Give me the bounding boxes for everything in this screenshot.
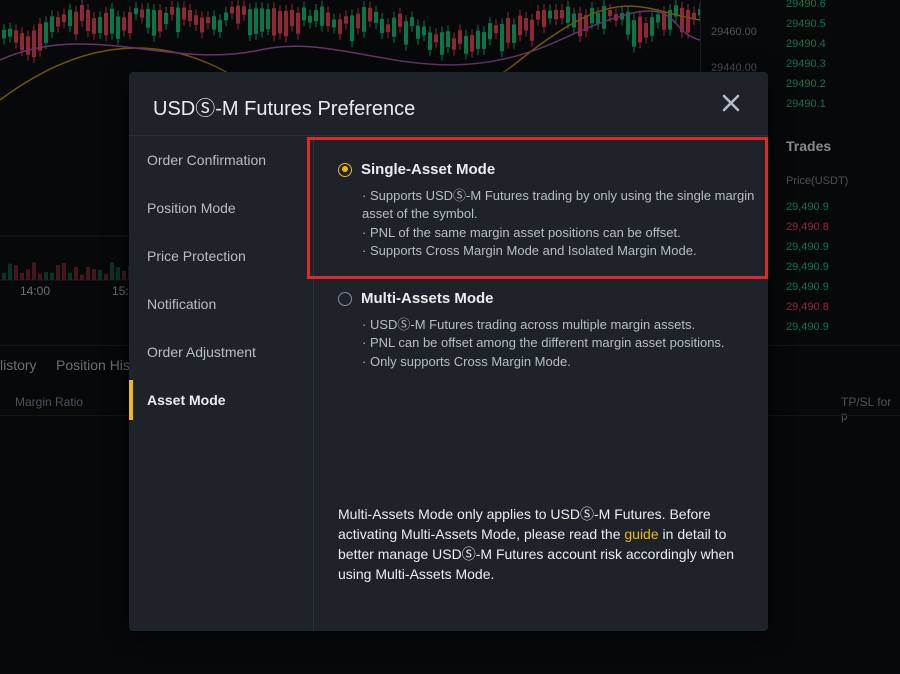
multi-assets-mode-radio-row[interactable]: Multi-Assets Mode xyxy=(338,290,758,307)
nav-item-order-confirmation[interactable]: Order Confirmation xyxy=(129,136,313,184)
multi-assets-mode-option[interactable]: Multi-Assets Mode USDⓈ-M Futures trading… xyxy=(338,290,758,371)
dialog-title: USDⓈ-M Futures Preference xyxy=(153,98,416,120)
option-title: Single-Asset Mode xyxy=(361,161,496,178)
guide-link[interactable]: guide xyxy=(624,526,658,542)
nav-item-order-adjustment[interactable]: Order Adjustment xyxy=(129,328,313,376)
option-bullet: PNL of the same margin asset positions c… xyxy=(362,224,758,242)
nav-item-notification[interactable]: Notification xyxy=(129,280,313,328)
option-description: Supports USDⓈ-M Futures trading by only … xyxy=(362,187,758,260)
option-bullet: USDⓈ-M Futures trading across multiple m… xyxy=(362,316,758,334)
close-button[interactable] xyxy=(718,90,744,116)
nav-item-price-protection[interactable]: Price Protection xyxy=(129,232,313,280)
option-title: Multi-Assets Mode xyxy=(361,290,494,307)
dialog-header: USDⓈ-M Futures Preference xyxy=(129,72,768,136)
single-asset-mode-option[interactable]: Single-Asset Mode Supports USDⓈ-M Future… xyxy=(338,161,758,260)
preference-nav: Order Confirmation Position Mode Price P… xyxy=(129,136,314,631)
radio-selected-icon[interactable] xyxy=(338,162,352,177)
futures-preference-dialog: USDⓈ-M Futures Preference Order Confirma… xyxy=(129,72,768,631)
option-bullet: Supports USDⓈ-M Futures trading by only … xyxy=(362,187,758,224)
nav-item-position-mode[interactable]: Position Mode xyxy=(129,184,313,232)
asset-mode-panel: Single-Asset Mode Supports USDⓈ-M Future… xyxy=(314,136,768,631)
multi-assets-note: Multi-Assets Mode only applies to USDⓈ-M… xyxy=(338,504,758,584)
option-description: USDⓈ-M Futures trading across multiple m… xyxy=(362,316,758,371)
option-bullet: Supports Cross Margin Mode and Isolated … xyxy=(362,242,758,260)
single-asset-mode-radio-row[interactable]: Single-Asset Mode xyxy=(338,161,758,178)
option-bullet: PNL can be offset among the different ma… xyxy=(362,334,758,352)
radio-unselected-icon[interactable] xyxy=(338,291,352,306)
nav-item-asset-mode[interactable]: Asset Mode xyxy=(129,376,313,424)
close-icon xyxy=(722,94,740,112)
option-bullet: Only supports Cross Margin Mode. xyxy=(362,353,758,371)
